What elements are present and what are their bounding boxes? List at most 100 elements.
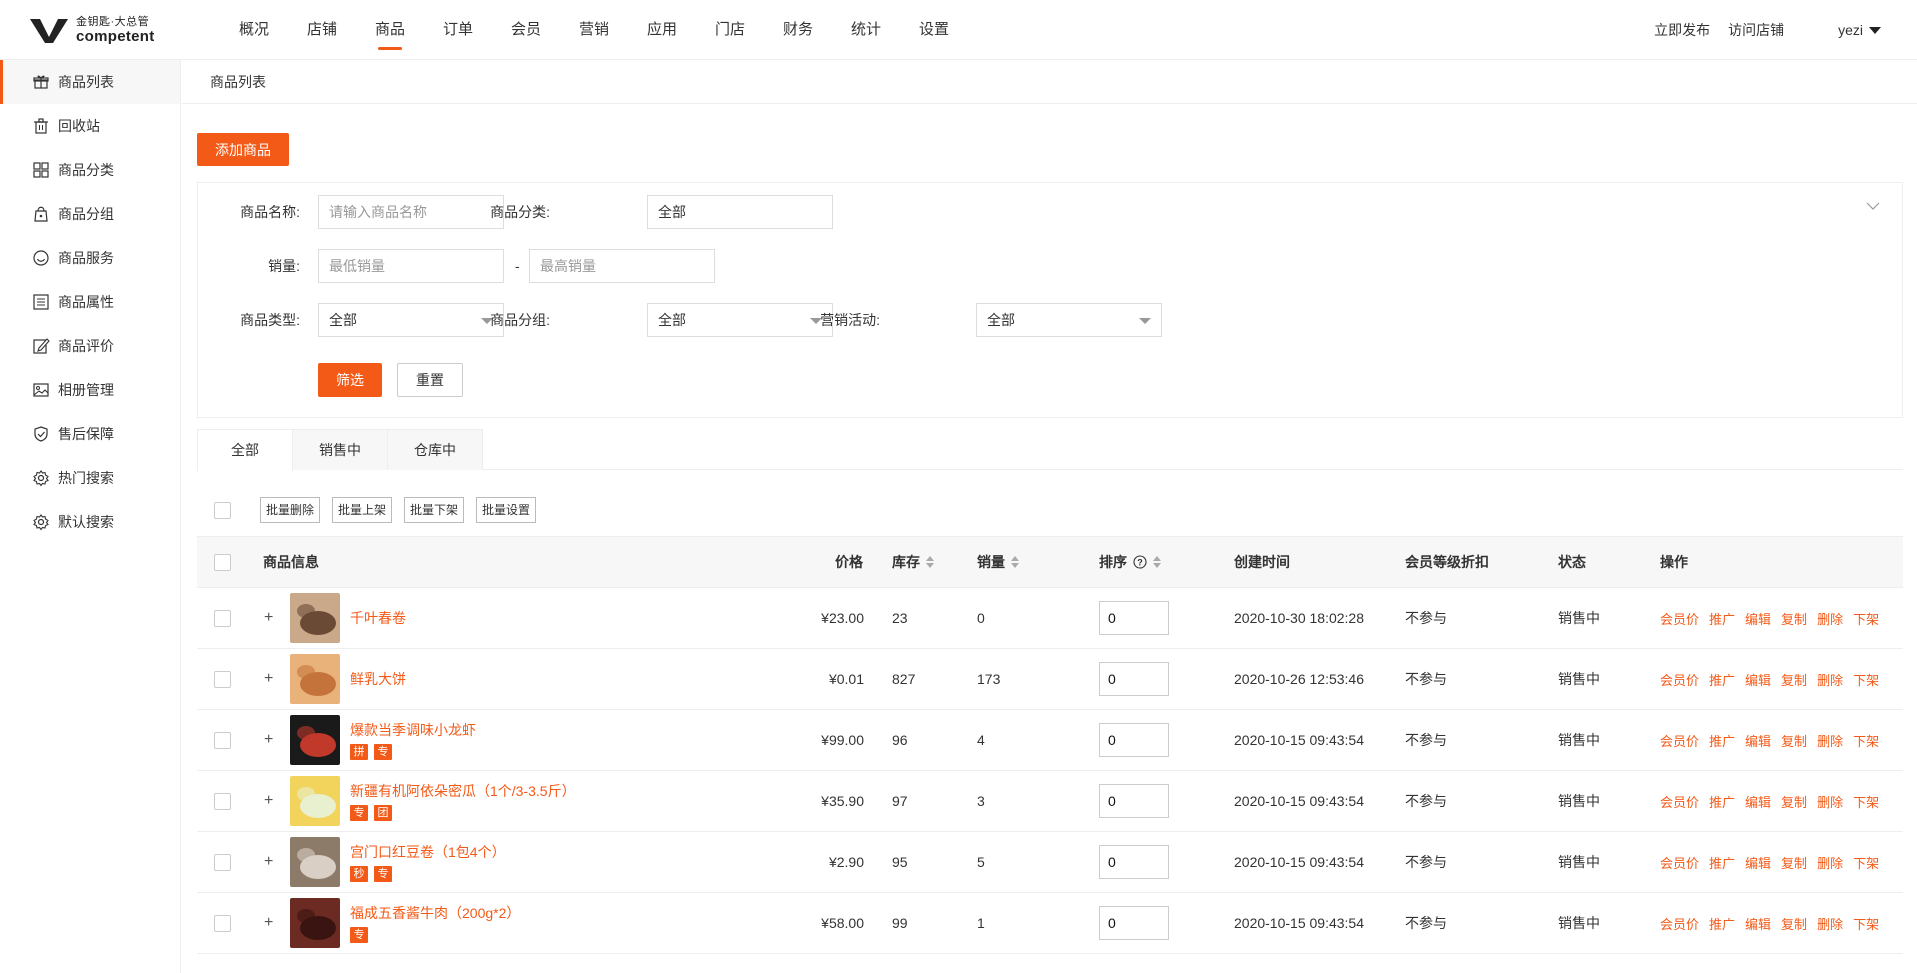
sidebar-item-1[interactable]: 回收站: [0, 104, 180, 148]
nav-item-0[interactable]: 概况: [220, 0, 288, 60]
op-link-0[interactable]: 会员价: [1660, 853, 1699, 872]
op-link-0[interactable]: 会员价: [1660, 670, 1699, 689]
op-link-2[interactable]: 编辑: [1745, 914, 1771, 933]
product-thumbnail[interactable]: [290, 776, 340, 826]
expand-icon[interactable]: +: [264, 914, 273, 932]
op-link-0[interactable]: 会员价: [1660, 731, 1699, 750]
op-link-5[interactable]: 下架: [1853, 792, 1879, 811]
row-checkbox[interactable]: [214, 731, 231, 749]
tab-0[interactable]: 全部: [197, 429, 293, 471]
visit-store-link[interactable]: 访问店铺: [1728, 20, 1784, 40]
nav-item-2[interactable]: 商品: [356, 0, 424, 60]
op-link-4[interactable]: 删除: [1817, 731, 1843, 750]
product-thumbnail[interactable]: [290, 837, 340, 887]
batch-button-2[interactable]: 批量下架: [404, 497, 465, 523]
add-product-button[interactable]: 添加商品: [197, 133, 289, 166]
filter-reset-button[interactable]: 重置: [397, 363, 463, 397]
product-thumbnail[interactable]: [290, 654, 340, 704]
op-link-1[interactable]: 推广: [1709, 853, 1735, 872]
op-link-3[interactable]: 复制: [1781, 670, 1807, 689]
row-checkbox[interactable]: [214, 609, 231, 627]
sidebar-item-10[interactable]: 默认搜索: [0, 500, 180, 544]
sort-order-input[interactable]: [1099, 601, 1169, 635]
header-sales[interactable]: 销量: [977, 537, 1019, 587]
op-link-3[interactable]: 复制: [1781, 609, 1807, 628]
expand-icon[interactable]: +: [264, 792, 273, 810]
sales-min-input[interactable]: [318, 249, 504, 283]
sidebar-item-4[interactable]: 商品服务: [0, 236, 180, 280]
op-link-5[interactable]: 下架: [1853, 731, 1879, 750]
nav-item-8[interactable]: 财务: [764, 0, 832, 60]
sort-order-input[interactable]: [1099, 723, 1169, 757]
batch-button-3[interactable]: 批量设置: [476, 497, 537, 523]
op-link-3[interactable]: 复制: [1781, 914, 1807, 933]
row-checkbox[interactable]: [214, 853, 231, 871]
sidebar-item-7[interactable]: 相册管理: [0, 368, 180, 412]
row-checkbox[interactable]: [214, 792, 231, 810]
op-link-5[interactable]: 下架: [1853, 853, 1879, 872]
tab-1[interactable]: 销售中: [292, 429, 388, 470]
expand-icon[interactable]: +: [264, 853, 273, 871]
sidebar-item-8[interactable]: 售后保障: [0, 412, 180, 456]
op-link-1[interactable]: 推广: [1709, 914, 1735, 933]
product-name-link[interactable]: 新疆有机阿依朵密瓜（1个/3-3.5斤）: [350, 781, 576, 801]
expand-icon[interactable]: +: [264, 731, 273, 749]
nav-item-6[interactable]: 应用: [628, 0, 696, 60]
product-name-link[interactable]: 千叶春卷: [350, 608, 406, 628]
header-stock[interactable]: 库存: [892, 537, 934, 587]
op-link-2[interactable]: 编辑: [1745, 731, 1771, 750]
op-link-2[interactable]: 编辑: [1745, 792, 1771, 811]
logo[interactable]: 金钥匙·大总管 competent: [28, 14, 155, 46]
product-name-link[interactable]: 鲜乳大饼: [350, 669, 406, 689]
publish-link[interactable]: 立即发布: [1654, 20, 1710, 40]
sidebar-item-2[interactable]: 商品分类: [0, 148, 180, 192]
header-order[interactable]: 排序 ?: [1099, 537, 1161, 587]
op-link-2[interactable]: 编辑: [1745, 670, 1771, 689]
product-thumbnail[interactable]: [290, 715, 340, 765]
op-link-1[interactable]: 推广: [1709, 670, 1735, 689]
tab-2[interactable]: 仓库中: [387, 429, 483, 470]
user-menu[interactable]: yezi: [1838, 22, 1881, 38]
product-name-link[interactable]: 福成五香酱牛肉（200g*2）: [350, 903, 520, 923]
op-link-2[interactable]: 编辑: [1745, 853, 1771, 872]
sort-order-input[interactable]: [1099, 662, 1169, 696]
sidebar-item-5[interactable]: 商品属性: [0, 280, 180, 324]
expand-icon[interactable]: +: [264, 670, 273, 688]
sales-max-input[interactable]: [529, 249, 715, 283]
op-link-3[interactable]: 复制: [1781, 731, 1807, 750]
op-link-4[interactable]: 删除: [1817, 670, 1843, 689]
sort-order-input[interactable]: [1099, 906, 1169, 940]
batch-button-0[interactable]: 批量删除: [260, 497, 321, 523]
op-link-3[interactable]: 复制: [1781, 792, 1807, 811]
op-link-3[interactable]: 复制: [1781, 853, 1807, 872]
sidebar-item-9[interactable]: 热门搜索: [0, 456, 180, 500]
op-link-1[interactable]: 推广: [1709, 731, 1735, 750]
op-link-0[interactable]: 会员价: [1660, 792, 1699, 811]
batch-button-1[interactable]: 批量上架: [332, 497, 393, 523]
nav-item-1[interactable]: 店铺: [288, 0, 356, 60]
nav-item-7[interactable]: 门店: [696, 0, 764, 60]
category-select[interactable]: 全部: [647, 195, 833, 229]
product-name-link[interactable]: 宫门口红豆卷（1包4个）: [350, 842, 506, 862]
op-link-2[interactable]: 编辑: [1745, 609, 1771, 628]
op-link-4[interactable]: 删除: [1817, 914, 1843, 933]
sort-order-input[interactable]: [1099, 784, 1169, 818]
op-link-5[interactable]: 下架: [1853, 670, 1879, 689]
expand-icon[interactable]: +: [264, 609, 273, 627]
nav-item-5[interactable]: 营销: [560, 0, 628, 60]
sidebar-item-6[interactable]: 商品评价: [0, 324, 180, 368]
product-thumbnail[interactable]: [290, 898, 340, 948]
op-link-4[interactable]: 删除: [1817, 609, 1843, 628]
op-link-0[interactable]: 会员价: [1660, 609, 1699, 628]
chevron-down-icon[interactable]: [1866, 201, 1880, 211]
nav-item-4[interactable]: 会员: [492, 0, 560, 60]
op-link-5[interactable]: 下架: [1853, 609, 1879, 628]
sidebar-item-0[interactable]: 商品列表: [0, 60, 180, 104]
row-checkbox[interactable]: [214, 670, 231, 688]
filter-submit-button[interactable]: 筛选: [318, 363, 382, 397]
nav-item-3[interactable]: 订单: [424, 0, 492, 60]
product-name-link[interactable]: 爆款当季调味小龙虾: [350, 720, 476, 740]
nav-item-10[interactable]: 设置: [900, 0, 968, 60]
select-all-checkbox[interactable]: [214, 501, 231, 519]
op-link-1[interactable]: 推广: [1709, 792, 1735, 811]
